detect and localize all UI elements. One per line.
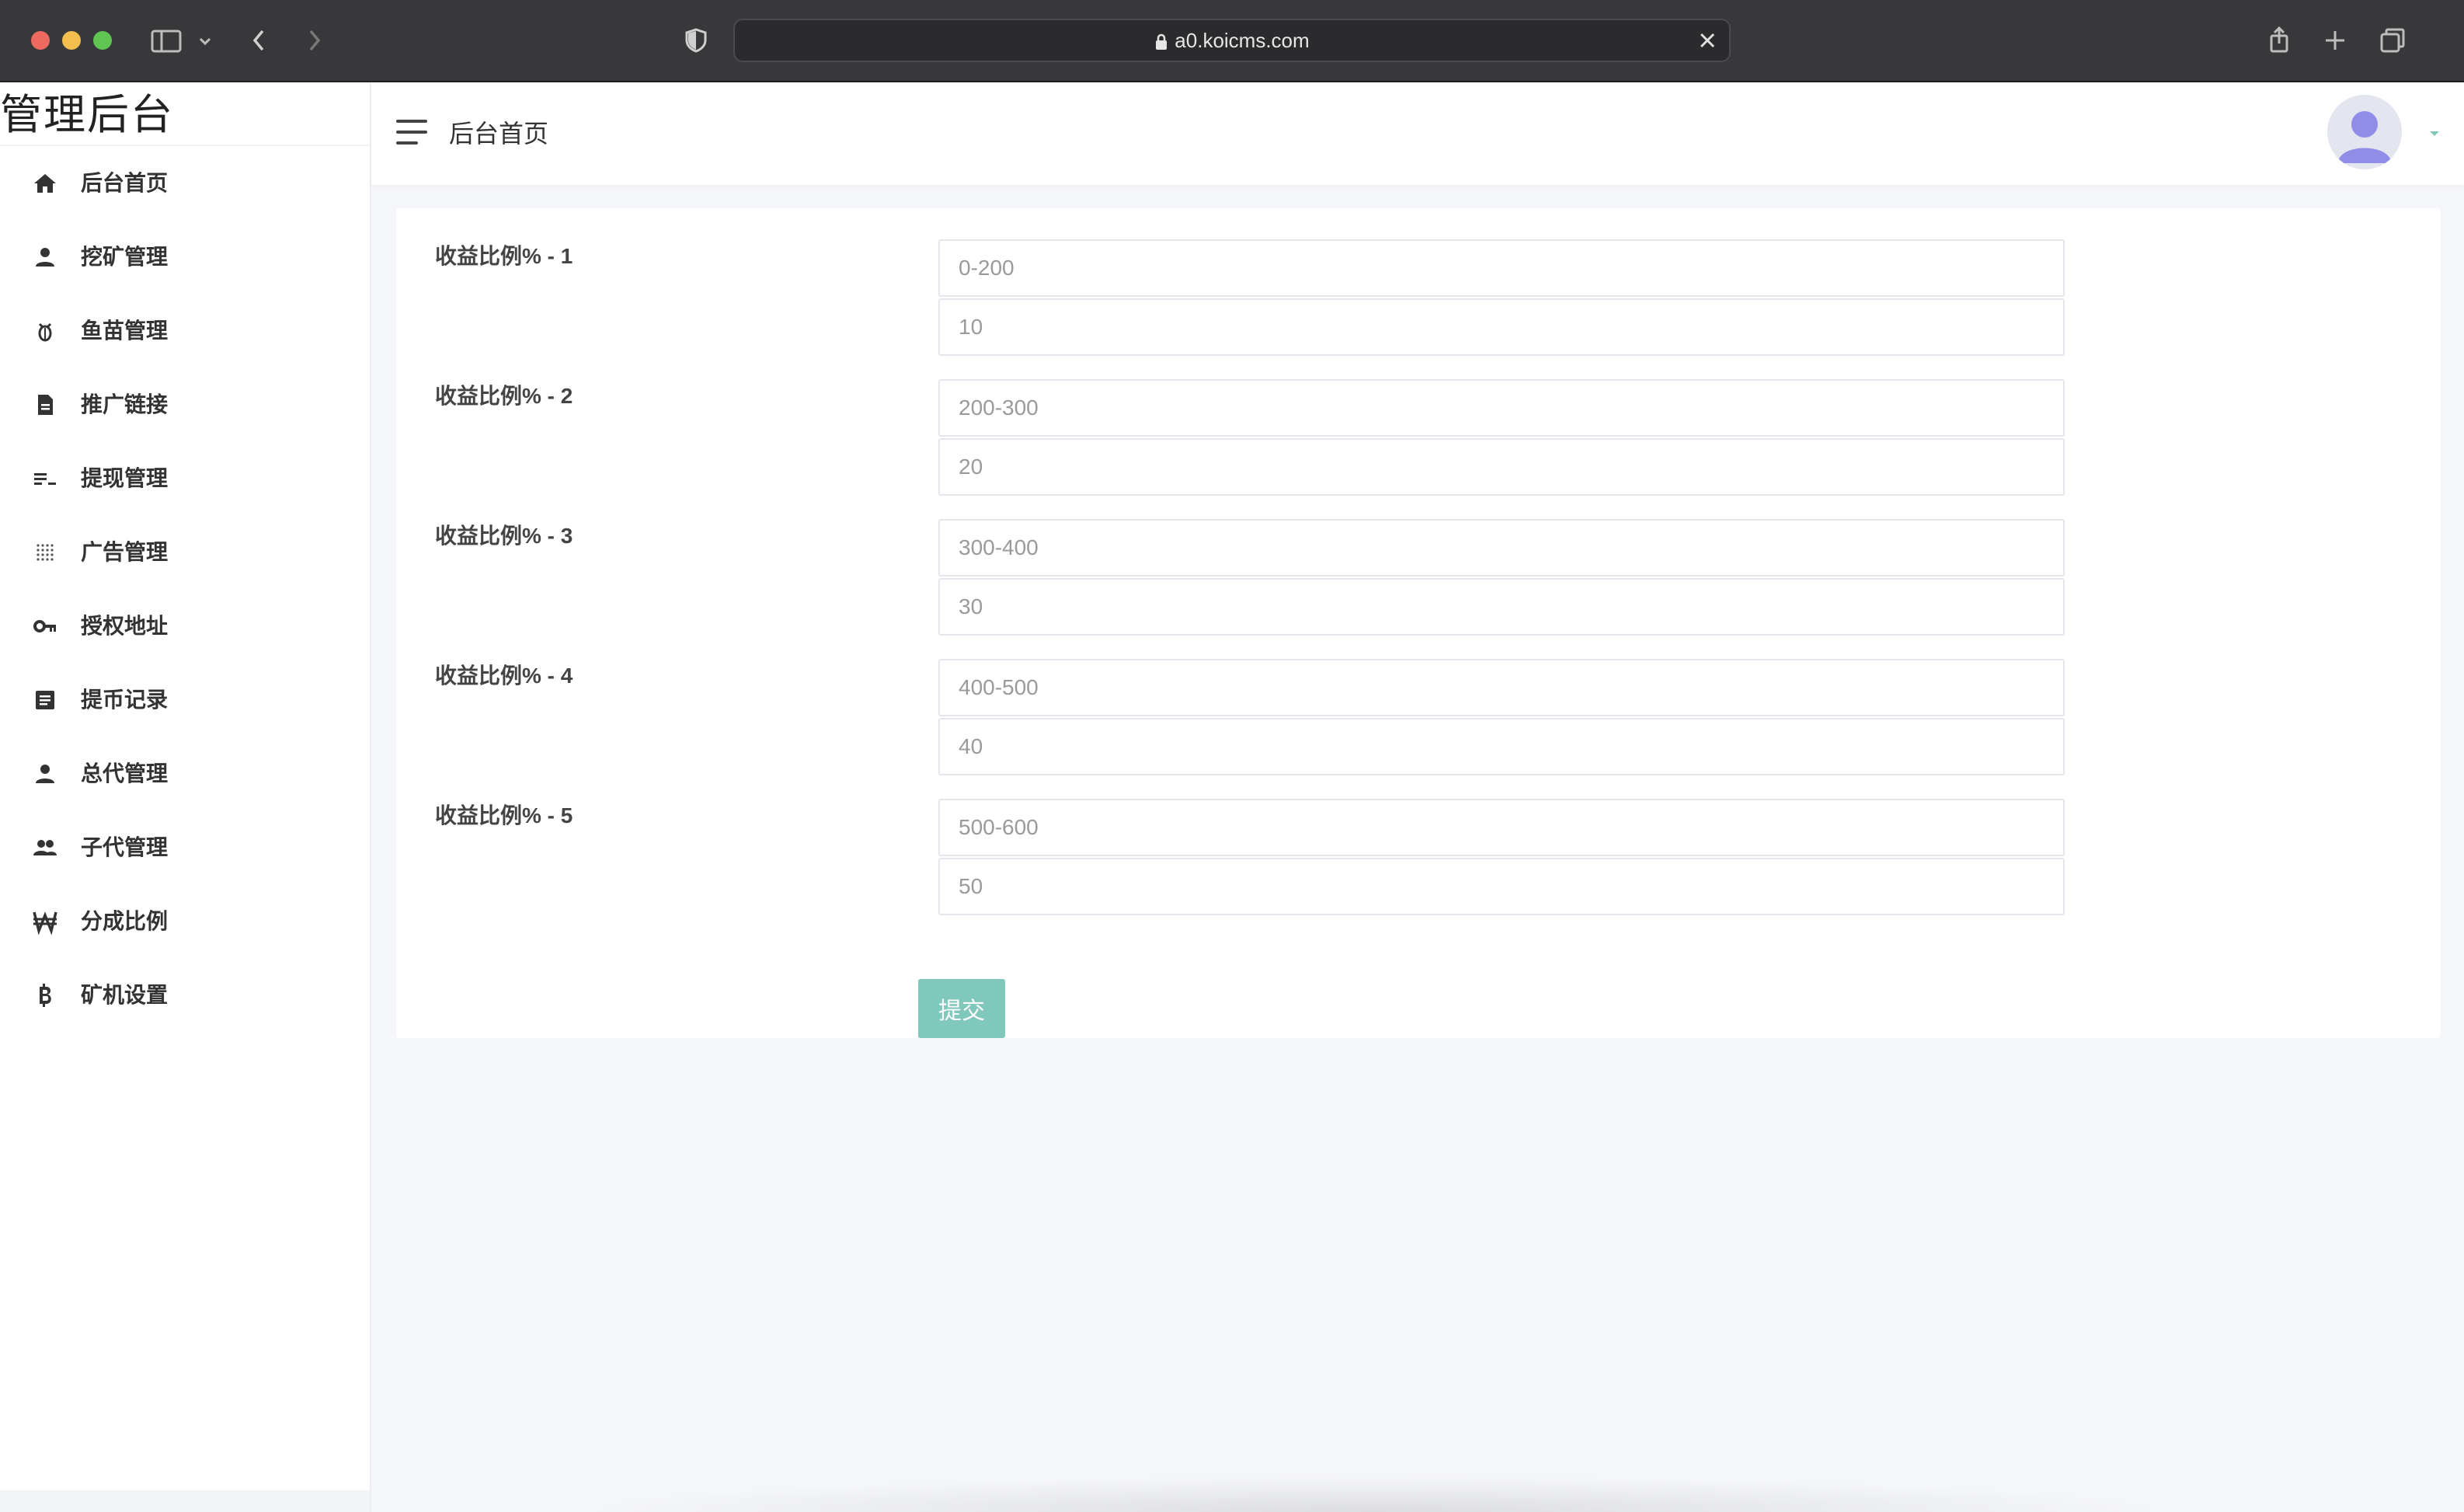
sidebar-item-label: 提现管理 [81,466,169,490]
sidebar-item-ads[interactable]: 广告管理 [0,528,370,577]
share-icon[interactable] [2260,22,2298,59]
sidebar-item-miner-settings[interactable]: 矿机设置 [0,970,370,1020]
url-text: a0.koicms.com [1175,29,1310,52]
sidebar-item-label: 矿机设置 [81,983,169,1007]
range-input[interactable] [938,519,2065,577]
bug-icon [31,317,59,345]
record-icon [31,686,59,714]
bitcoin-icon [31,981,59,1009]
sidebar-item-label: 提币记录 [81,688,169,712]
sidebar-item-coin-records[interactable]: 提币记录 [0,675,370,725]
range-input[interactable] [938,659,2065,716]
person-icon [31,243,59,271]
range-input[interactable] [938,379,2065,437]
sidebar-item-share-ratio[interactable]: 分成比例 [0,897,370,946]
clear-url-icon[interactable] [1695,28,1720,53]
sidebar-item-home[interactable]: 后台首页 [0,159,370,208]
rate-input[interactable] [938,578,2065,636]
sidebar-item-label: 推广链接 [81,392,169,416]
sidebar-item-label: 后台首页 [81,171,169,195]
shield-icon[interactable] [677,22,715,59]
rate-input[interactable] [938,858,2065,915]
brand-title: 管理后台 [0,92,174,138]
address-bar[interactable]: a0.koicms.com [733,19,1731,62]
window-shadow [575,1476,2175,1512]
rate-input[interactable] [938,718,2065,775]
lock-icon [1156,33,1168,51]
dot-grid-icon [31,538,59,566]
sidebar-item-label: 授权地址 [81,614,169,638]
sidebar: 管理后台 后台首页 挖矿管理 鱼苗管理 推广链接 提现管理 广告管理 授权地址 … [0,82,371,1512]
browser-toolbar: a0.koicms.com [0,0,2464,82]
close-window-button[interactable] [31,31,50,50]
zoom-window-button[interactable] [93,31,112,50]
breadcrumb: 后台首页 [449,120,549,148]
chevron-down-icon[interactable] [193,22,218,59]
sidebar-item-label: 子代管理 [81,835,169,859]
sidebar-toggle-icon[interactable] [148,22,185,59]
field-label: 收益比例% - 1 [435,244,573,268]
sidebar-item-label: 鱼苗管理 [81,319,169,343]
sidebar-item-label: 挖矿管理 [81,245,169,269]
forward-icon[interactable] [295,22,332,59]
avatar[interactable] [2327,95,2402,169]
document-icon [31,391,59,419]
people-icon [31,834,59,862]
caret-down-icon[interactable] [2427,126,2442,141]
back-icon[interactable] [241,22,278,59]
sidebar-item-withdraw[interactable]: 提现管理 [0,454,370,503]
sidebar-footer [0,1490,370,1512]
sidebar-item-label: 广告管理 [81,540,169,564]
new-tab-icon[interactable] [2316,22,2354,59]
person-icon [31,760,59,788]
key-icon [31,612,59,640]
rate-input[interactable] [938,298,2065,356]
field-label: 收益比例% - 4 [435,664,573,688]
field-label: 收益比例% - 2 [435,384,573,408]
tab-overview-icon[interactable] [2374,22,2411,59]
sidebar-item-auth-address[interactable]: 授权地址 [0,601,370,651]
sidebar-item-mining[interactable]: 挖矿管理 [0,232,370,282]
list-icon [31,465,59,493]
rate-input[interactable] [938,438,2065,496]
range-input[interactable] [938,239,2065,297]
field-label: 收益比例% - 3 [435,524,573,548]
sidebar-item-label: 总代管理 [81,761,169,786]
sidebar-item-label: 分成比例 [81,909,169,933]
submit-button[interactable]: 提交 [918,979,1005,1038]
menu-toggle-icon[interactable] [396,120,427,148]
home-icon [31,169,59,197]
sidebar-item-fry[interactable]: 鱼苗管理 [0,306,370,356]
field-label: 收益比例% - 5 [435,803,573,827]
minimize-window-button[interactable] [62,31,81,50]
top-header: 后台首页 [371,82,2464,185]
range-input[interactable] [938,799,2065,856]
sidebar-item-sub-agent[interactable]: 子代管理 [0,823,370,873]
sidebar-item-general-agent[interactable]: 总代管理 [0,749,370,799]
divider [0,145,370,146]
settings-form: 收益比例% - 1 收益比例% - 2 收益比例% - 3 收益比例% - 4 … [396,208,2441,1038]
sidebar-item-promo-link[interactable]: 推广链接 [0,380,370,430]
won-icon [31,908,59,935]
